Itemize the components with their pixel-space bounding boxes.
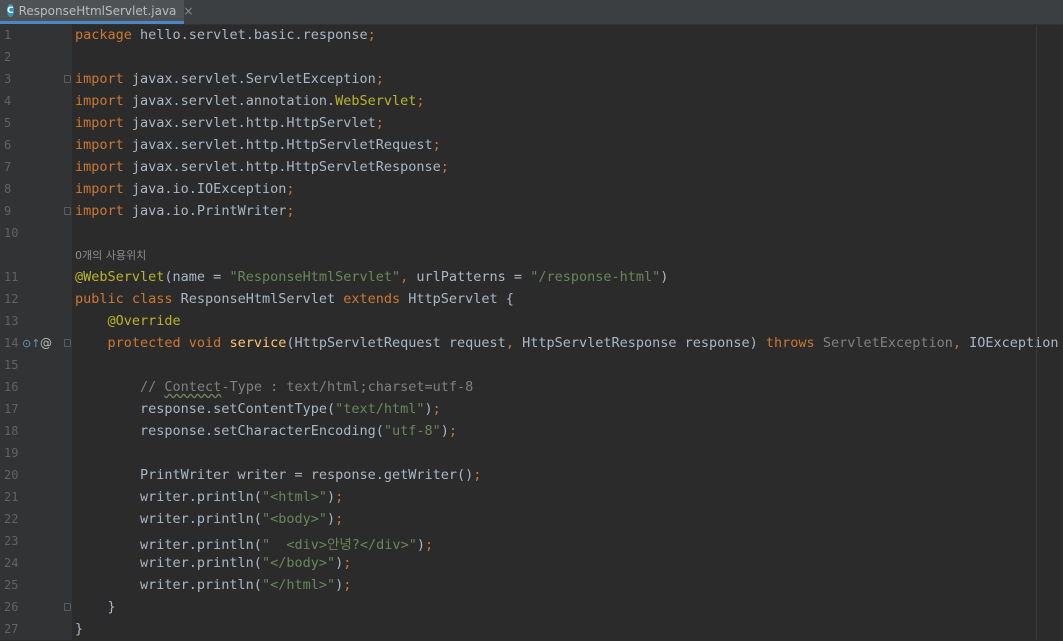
tab-label: ResponseHtmlServlet.java (18, 3, 177, 18)
line-number: 1 (4, 28, 12, 42)
line-number: 9 (4, 204, 12, 218)
line-number: 23 (4, 534, 19, 548)
line-number: 10 (4, 226, 19, 240)
code-line: 2 (0, 47, 1063, 69)
code-line: 7 import javax.servlet.http.HttpServletR… (0, 157, 1063, 179)
code-text: // Contect-Type : text/html;charset=utf-… (75, 379, 474, 395)
code-text: writer.println(" <div>안녕?</div>"); (75, 537, 434, 553)
annotation-at-icon[interactable]: @ (40, 336, 52, 350)
code-line: 26 } (0, 597, 1063, 619)
code-line: 6 import javax.servlet.http.HttpServletR… (0, 135, 1063, 157)
code-line: 20 PrintWriter writer = response.getWrit… (0, 465, 1063, 487)
line-number: 15 (4, 358, 19, 372)
code-line: 14 ⊙↑ @ protected void service(HttpServl… (0, 333, 1063, 355)
java-class-icon: C (7, 4, 14, 17)
fold-icon[interactable] (64, 603, 71, 611)
line-number: 16 (4, 380, 19, 394)
code-text: PrintWriter writer = response.getWriter(… (75, 467, 482, 483)
code-text: @Override (107, 313, 181, 329)
line-number: 4 (4, 94, 12, 108)
code-line: 3 import javax.servlet.ServletException; (0, 69, 1063, 91)
line-number: 12 (4, 292, 19, 306)
code-line: 8 import java.io.IOException; (0, 179, 1063, 201)
code-line: 11 @WebServlet(name = "ResponseHtmlServl… (0, 267, 1063, 289)
code-line: 17 response.setContentType("text/html"); (0, 399, 1063, 421)
right-margin-guide (1036, 25, 1037, 640)
line-number: 17 (4, 402, 19, 416)
code-text: } (75, 621, 84, 637)
code-text: writer.println("<html>"); (75, 489, 344, 505)
code-line: 24 writer.println("</body>"); (0, 553, 1063, 575)
code-text: response.setCharacterEncoding("utf-8"); (75, 423, 458, 439)
line-number: 19 (4, 446, 19, 460)
code-text: @WebServlet(name = "ResponseHtmlServlet"… (75, 269, 669, 285)
line-number: 8 (4, 182, 12, 196)
code-line: 21 writer.println("<html>"); (0, 487, 1063, 509)
fold-icon[interactable] (64, 75, 71, 83)
usage-hint-line: 0개의 사용위치 (0, 245, 1063, 267)
code-line: 1 package hello.servlet.basic.response; (0, 25, 1063, 47)
code-text: import javax.servlet.http.HttpServletRes… (75, 159, 449, 175)
line-number: 24 (4, 556, 19, 570)
code-editor[interactable]: 1 package hello.servlet.basic.response; … (0, 25, 1063, 640)
code-text: import java.io.IOException; (75, 181, 295, 197)
code-line: 15 (0, 355, 1063, 377)
code-text: response.setContentType("text/html"); (75, 401, 441, 417)
code-text: public class ResponseHtmlServlet extends… (75, 291, 514, 307)
code-text: import javax.servlet.annotation.WebServl… (75, 93, 425, 109)
editor-tab-bar: C ResponseHtmlServlet.java × (0, 0, 1063, 25)
code-line: 9 import java.io.PrintWriter; (0, 201, 1063, 223)
code-line: 10 (0, 223, 1063, 245)
close-icon[interactable]: × (183, 4, 193, 18)
override-method-icon[interactable]: ⊙↑ (22, 337, 40, 350)
code-line: 27 } (0, 619, 1063, 641)
code-line: 22 writer.println("<body>"); (0, 509, 1063, 531)
line-number: 3 (4, 72, 12, 86)
line-number: 5 (4, 116, 12, 130)
code-line: 25 writer.println("</html>"); (0, 575, 1063, 597)
code-line: 18 response.setCharacterEncoding("utf-8"… (0, 421, 1063, 443)
line-number: 14 (4, 336, 19, 350)
line-number: 7 (4, 160, 12, 174)
line-number: 11 (4, 270, 19, 284)
tab-responsehtmlservlet[interactable]: C ResponseHtmlServlet.java × (0, 0, 193, 24)
line-number: 2 (4, 50, 12, 64)
code-line: 12 public class ResponseHtmlServlet exte… (0, 289, 1063, 311)
code-line: 4 import javax.servlet.annotation.WebSer… (0, 91, 1063, 113)
line-number: 25 (4, 578, 19, 592)
code-text: protected void service(HttpServletReques… (107, 335, 1059, 351)
line-number: 26 (4, 600, 19, 614)
line-number: 22 (4, 512, 19, 526)
usage-hint[interactable]: 0개의 사용위치 (75, 247, 146, 263)
code-text: import javax.servlet.http.HttpServlet; (75, 115, 384, 131)
fold-icon[interactable] (64, 207, 71, 215)
code-text: } (75, 599, 116, 615)
code-text: writer.println("<body>"); (75, 511, 344, 527)
line-number: 6 (4, 138, 12, 152)
code-text: writer.println("</html>"); (75, 577, 352, 593)
line-number: 20 (4, 468, 19, 482)
code-text: import java.io.PrintWriter; (75, 203, 295, 219)
code-text: import javax.servlet.ServletException; (75, 71, 384, 87)
line-number: 18 (4, 424, 19, 438)
code-text: import javax.servlet.http.HttpServletReq… (75, 137, 441, 153)
line-number: 27 (4, 622, 19, 636)
code-text: writer.println("</body>"); (75, 555, 352, 571)
line-number: 13 (4, 314, 19, 328)
code-line: 16 // Contect-Type : text/html;charset=u… (0, 377, 1063, 399)
code-text: package hello.servlet.basic.response; (75, 27, 376, 43)
code-line: 5 import javax.servlet.http.HttpServlet; (0, 113, 1063, 135)
fold-icon[interactable] (64, 339, 71, 347)
code-line: 23 writer.println(" <div>안녕?</div>"); (0, 531, 1063, 553)
code-line: 13 @Override (0, 311, 1063, 333)
line-number: 21 (4, 490, 19, 504)
code-line: 19 (0, 443, 1063, 465)
